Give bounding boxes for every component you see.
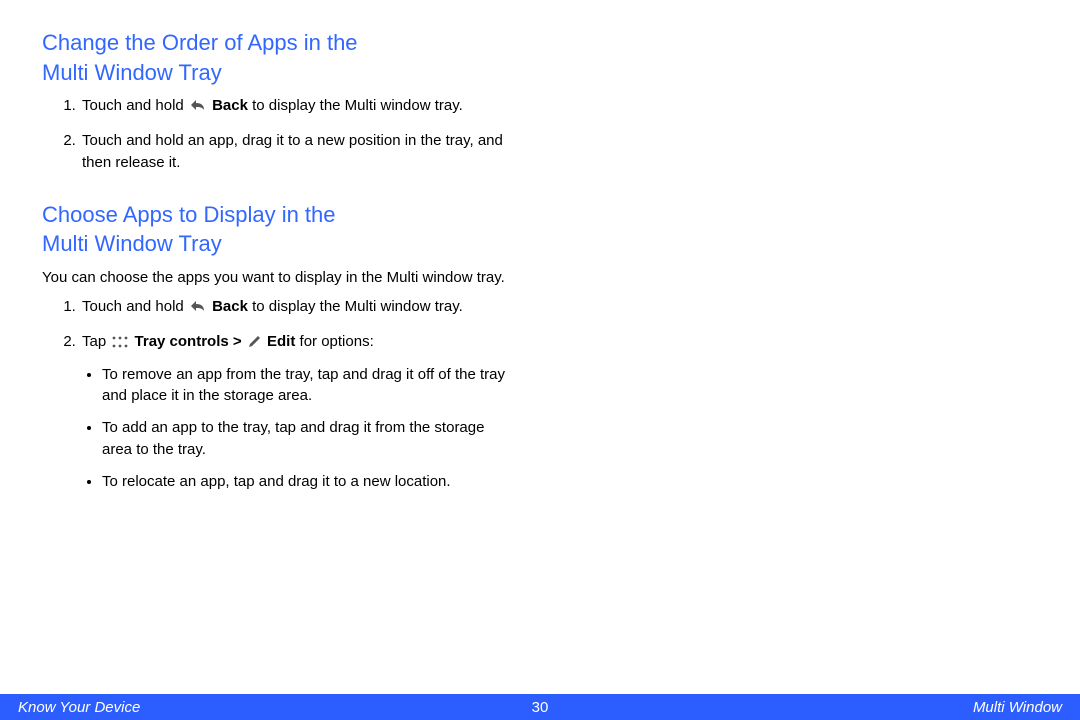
section2-steps: Touch and hold Back to display the Multi… (42, 296, 518, 492)
step-text: to display the Multi window tray. (248, 298, 463, 315)
step-text: for options: (295, 333, 373, 350)
list-item: To remove an app from the tray, tap and … (102, 364, 518, 408)
heading-line2: Multi Window Tray (42, 60, 222, 85)
footer-page-number: 30 (532, 699, 549, 716)
heading-line2: Multi Window Tray (42, 231, 222, 256)
footer-bar: Know Your Device 30 Multi Window (0, 694, 1080, 720)
step-text: Touch and hold (82, 298, 188, 315)
bullet-text: To add an app to the tray, tap and drag … (102, 419, 484, 458)
footer-left: Know Your Device (18, 699, 140, 716)
page-content: Change the Order of Apps in the Multi Wi… (0, 0, 560, 492)
tray-controls-icon (111, 334, 129, 356)
list-item: To add an app to the tray, tap and drag … (102, 417, 518, 461)
back-icon (189, 298, 207, 321)
bullet-text: To relocate an app, tap and drag it to a… (102, 473, 451, 490)
heading-line1: Choose Apps to Display in the (42, 202, 336, 227)
heading-line1: Change the Order of Apps in the (42, 30, 358, 55)
edit-icon (247, 334, 262, 356)
back-icon (189, 97, 207, 120)
footer-right: Multi Window (973, 699, 1062, 716)
section1-heading: Change the Order of Apps in the Multi Wi… (42, 28, 518, 87)
step-text: Tap (82, 333, 110, 350)
step-bold: Back (212, 298, 248, 315)
step-bold: Edit (267, 333, 295, 350)
list-item: Touch and hold an app, drag it to a new … (80, 130, 518, 174)
section2-intro: You can choose the apps you want to disp… (42, 267, 518, 288)
step-sep: > (229, 333, 246, 350)
step-text: Touch and hold an app, drag it to a new … (82, 132, 503, 171)
step-bold: Back (212, 97, 248, 114)
section2-heading: Choose Apps to Display in the Multi Wind… (42, 200, 518, 259)
bullet-text: To remove an app from the tray, tap and … (102, 366, 505, 405)
list-item: Tap Tray controls > Edit for options: To… (80, 331, 518, 493)
list-item: Touch and hold Back to display the Multi… (80, 95, 518, 120)
list-item: Touch and hold Back to display the Multi… (80, 296, 518, 321)
section1-steps: Touch and hold Back to display the Multi… (42, 95, 518, 173)
step-bold: Tray controls (135, 333, 229, 350)
options-bullets: To remove an app from the tray, tap and … (82, 364, 518, 493)
step-text: to display the Multi window tray. (248, 97, 463, 114)
list-item: To relocate an app, tap and drag it to a… (102, 471, 518, 493)
step-text: Touch and hold (82, 97, 188, 114)
